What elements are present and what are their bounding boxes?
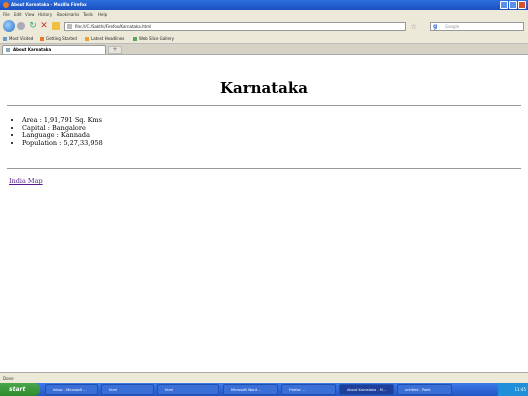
bookmark-most-visited[interactable]: Most Visited [3,36,33,41]
facts-list: Area : 1,91,791 Sq. Kms Capital : Bangal… [14,116,103,148]
taskbar-item[interactable]: untitled - Paint [397,384,452,395]
page-icon [6,48,10,52]
bookmark-getting-started[interactable]: Getting Started [40,36,77,41]
back-button[interactable] [3,20,15,32]
bookmark-latest-headlines[interactable]: Latest Headlines [85,36,124,41]
taskbar-item-active[interactable]: About Karnataka - M... [339,384,394,395]
menu-help[interactable]: Help [98,12,107,17]
minimize-button[interactable] [500,1,508,9]
window-controls [500,1,526,9]
taskbar-item[interactable]: Firefox ... [281,384,336,395]
url-text[interactable]: file:///C:/Sakthi/Firefox/Karnataka.html [75,24,151,29]
menu-edit[interactable]: Edit [14,12,22,17]
forward-button[interactable] [17,22,25,30]
google-icon: g [433,23,438,30]
menu-history[interactable]: History [38,12,52,17]
taskbar-item[interactable]: Microsoft Word ... [223,384,278,395]
fact-population: Population : 5,27,33,958 [22,139,103,148]
menu-tools[interactable]: Tools [83,12,93,17]
menu-bar: File Edit View History Bookmarks Tools H… [0,10,528,18]
reload-button[interactable]: ↻ [28,21,38,31]
rss-icon [85,37,89,41]
menu-bookmarks[interactable]: Bookmarks [57,12,79,17]
window-title: About Karnataka - Mozilla Firefox [11,2,87,7]
start-button[interactable]: start [0,383,40,396]
search-placeholder: Google [445,24,460,29]
taskbar: start Inbox - Microsoft ... html html Mi… [0,383,528,396]
page-icon [67,24,72,29]
menu-view[interactable]: View [25,12,35,17]
stop-button[interactable]: ✕ [39,21,49,31]
tab-about-karnataka[interactable]: About Karnataka [2,45,106,54]
taskbar-item[interactable]: html [101,384,154,395]
maximize-button[interactable] [509,1,517,9]
firefox-icon [40,37,44,41]
window-title-bar: About Karnataka - Mozilla Firefox [0,0,528,10]
web-slice-icon [133,37,137,41]
address-bar[interactable]: file:///C:/Sakthi/Firefox/Karnataka.html [64,22,406,31]
home-button[interactable] [52,22,60,30]
tab-label: About Karnataka [13,47,52,52]
system-tray: 11:45 [498,383,528,396]
search-box[interactable]: g Google [430,22,524,31]
taskbar-item[interactable]: html [157,384,219,395]
taskbar-item[interactable]: Inbox - Microsoft ... [45,384,98,395]
folder-icon [3,37,7,41]
bookmark-star-icon[interactable]: ☆ [410,22,417,31]
firefox-icon [3,2,9,8]
page-content: Karnataka Area : 1,91,791 Sq. Kms Capita… [0,55,528,372]
bookmark-web-slice-gallery[interactable]: Web Slice Gallery [133,36,174,41]
navigation-toolbar: ↻ ✕ file:///C:/Sakthi/Firefox/Karnataka.… [0,18,528,34]
tab-strip: About Karnataka + [0,44,528,55]
page-heading: Karnataka [219,79,309,97]
menu-file[interactable]: File [3,12,10,17]
new-tab-button[interactable]: + [108,46,122,54]
india-map-link[interactable]: India Map [9,177,43,185]
clock: 11:45 [514,387,526,392]
status-text: Done [3,376,14,381]
close-button[interactable] [518,1,526,9]
horizontal-rule [7,168,521,169]
horizontal-rule [7,105,521,106]
bookmarks-toolbar: Most Visited Getting Started Latest Head… [0,34,528,44]
